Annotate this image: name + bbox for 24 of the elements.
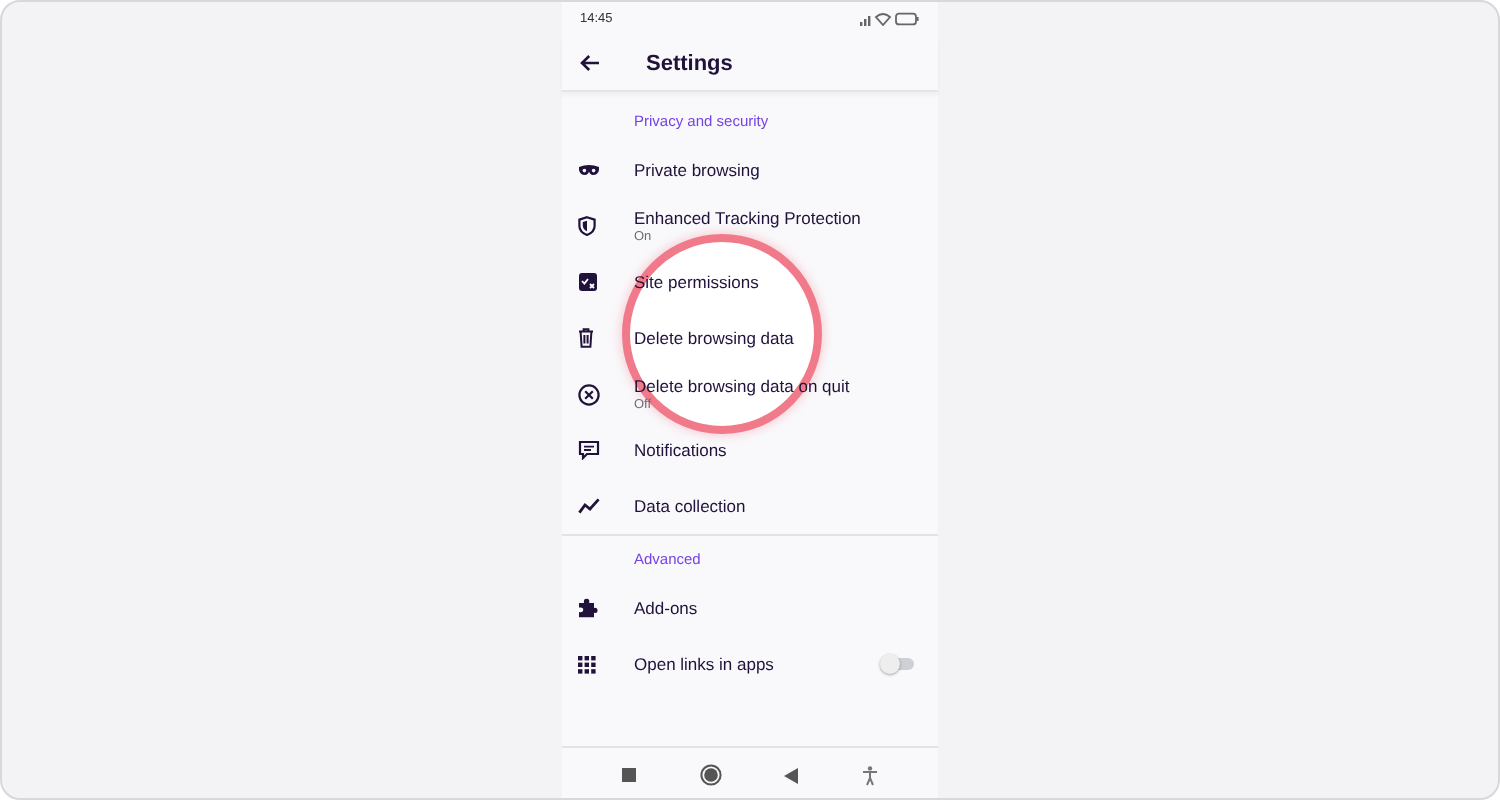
message-icon <box>578 440 600 460</box>
page-title: Settings <box>646 51 733 75</box>
mask-icon <box>578 164 600 176</box>
toggle-switch[interactable] <box>882 658 914 670</box>
status-icons <box>860 12 920 26</box>
trash-icon <box>578 328 594 348</box>
app-grid-icon <box>578 655 596 673</box>
item-label: Data collection <box>634 496 748 516</box>
home-circle-icon[interactable] <box>699 764 722 786</box>
item-label: Enhanced Tracking Protection <box>634 208 863 228</box>
square-icon[interactable] <box>621 768 636 782</box>
back-triangle-icon[interactable] <box>784 767 799 783</box>
item-label: Open links in apps <box>634 654 776 674</box>
shield-icon <box>578 216 596 236</box>
item-label: Notifications <box>634 440 729 460</box>
puzzle-icon <box>578 598 598 618</box>
line-chart-icon <box>578 498 600 514</box>
item-label: Add-ons <box>634 598 700 618</box>
back-arrow-icon[interactable] <box>580 54 600 72</box>
permissions-icon <box>578 272 598 292</box>
accessibility-icon[interactable] <box>862 765 879 785</box>
item-label: Delete browsing data <box>634 328 796 348</box>
item-label: Private browsing <box>634 160 762 180</box>
close-circle-icon <box>578 383 600 405</box>
